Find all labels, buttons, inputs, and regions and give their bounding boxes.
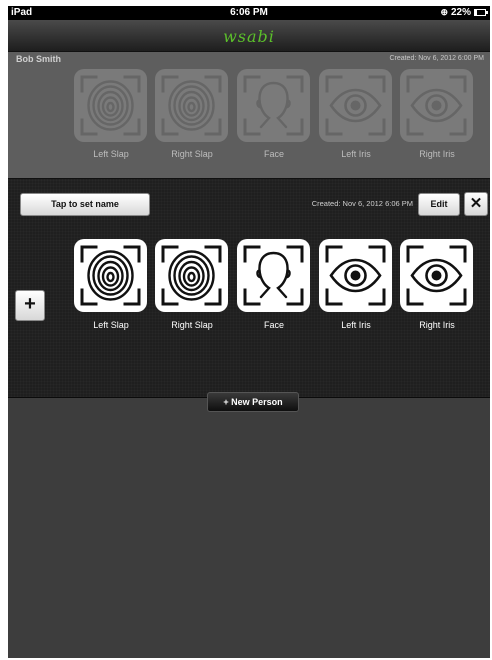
tile-face[interactable] bbox=[237, 69, 310, 142]
tile-label: Left Slap bbox=[93, 320, 129, 330]
edit-button[interactable]: Edit bbox=[418, 193, 460, 216]
person-name: Bob Smith bbox=[16, 54, 61, 64]
tile-face[interactable] bbox=[237, 239, 310, 312]
add-capture-button[interactable]: + bbox=[15, 290, 45, 321]
navigation-bar: wsabi bbox=[8, 20, 490, 52]
tile-right-iris[interactable] bbox=[400, 239, 473, 312]
eye-icon bbox=[325, 245, 386, 306]
tile-label: Left Slap bbox=[93, 149, 129, 159]
tile-label: Right Iris bbox=[419, 320, 455, 330]
status-bar: iPad 6:06 PM ⊕ 22% bbox=[8, 6, 490, 20]
tile-label: Right Iris bbox=[419, 149, 455, 159]
fingerprint-icon bbox=[161, 245, 222, 306]
tile-label: Left Iris bbox=[341, 149, 371, 159]
tile-right-slap[interactable] bbox=[155, 239, 228, 312]
fingerprint-icon bbox=[80, 75, 141, 136]
eye-icon bbox=[406, 75, 467, 136]
person-row-current: Tap to set name Created: Nov 6, 2012 6:0… bbox=[8, 178, 490, 398]
face-icon bbox=[243, 245, 304, 306]
app-screen: iPad 6:06 PM ⊕ 22% wsabi Bob Smith Creat… bbox=[8, 6, 490, 658]
app-logo: wsabi bbox=[223, 27, 275, 46]
eye-icon bbox=[406, 245, 467, 306]
close-icon[interactable]: ✕ bbox=[464, 192, 488, 216]
set-name-button[interactable]: Tap to set name bbox=[20, 193, 150, 216]
rotation-lock-icon: ⊕ bbox=[440, 7, 448, 17]
created-timestamp: Created: Nov 6, 2012 6:00 PM bbox=[389, 55, 484, 62]
tile-label: Left Iris bbox=[341, 320, 371, 330]
empty-list-area bbox=[8, 398, 490, 658]
new-person-button[interactable]: + New Person bbox=[207, 392, 299, 412]
tile-left-iris[interactable] bbox=[319, 239, 392, 312]
battery-icon bbox=[474, 9, 488, 16]
tile-label: Face bbox=[263, 320, 284, 330]
tile-right-slap[interactable] bbox=[155, 69, 228, 142]
tile-label: Right Slap bbox=[171, 320, 213, 330]
tile-left-slap[interactable] bbox=[74, 239, 147, 312]
tile-label: Face bbox=[263, 149, 284, 159]
face-icon bbox=[243, 75, 304, 136]
tile-left-iris[interactable] bbox=[319, 69, 392, 142]
person-row-previous[interactable]: Bob Smith Created: Nov 6, 2012 6:00 PM L… bbox=[8, 52, 490, 178]
tile-right-iris[interactable] bbox=[400, 69, 473, 142]
status-right: ⊕ 22% bbox=[440, 7, 488, 18]
tile-label: Right Slap bbox=[171, 149, 213, 159]
tile-left-slap[interactable] bbox=[74, 69, 147, 142]
battery-fill bbox=[475, 10, 478, 15]
battery-percent: 22% bbox=[450, 7, 471, 18]
clock: 6:06 PM bbox=[230, 7, 268, 18]
fingerprint-icon bbox=[161, 75, 222, 136]
fingerprint-icon bbox=[80, 245, 141, 306]
eye-icon bbox=[325, 75, 386, 136]
created-timestamp: Created: Nov 6, 2012 6:06 PM bbox=[311, 199, 413, 208]
